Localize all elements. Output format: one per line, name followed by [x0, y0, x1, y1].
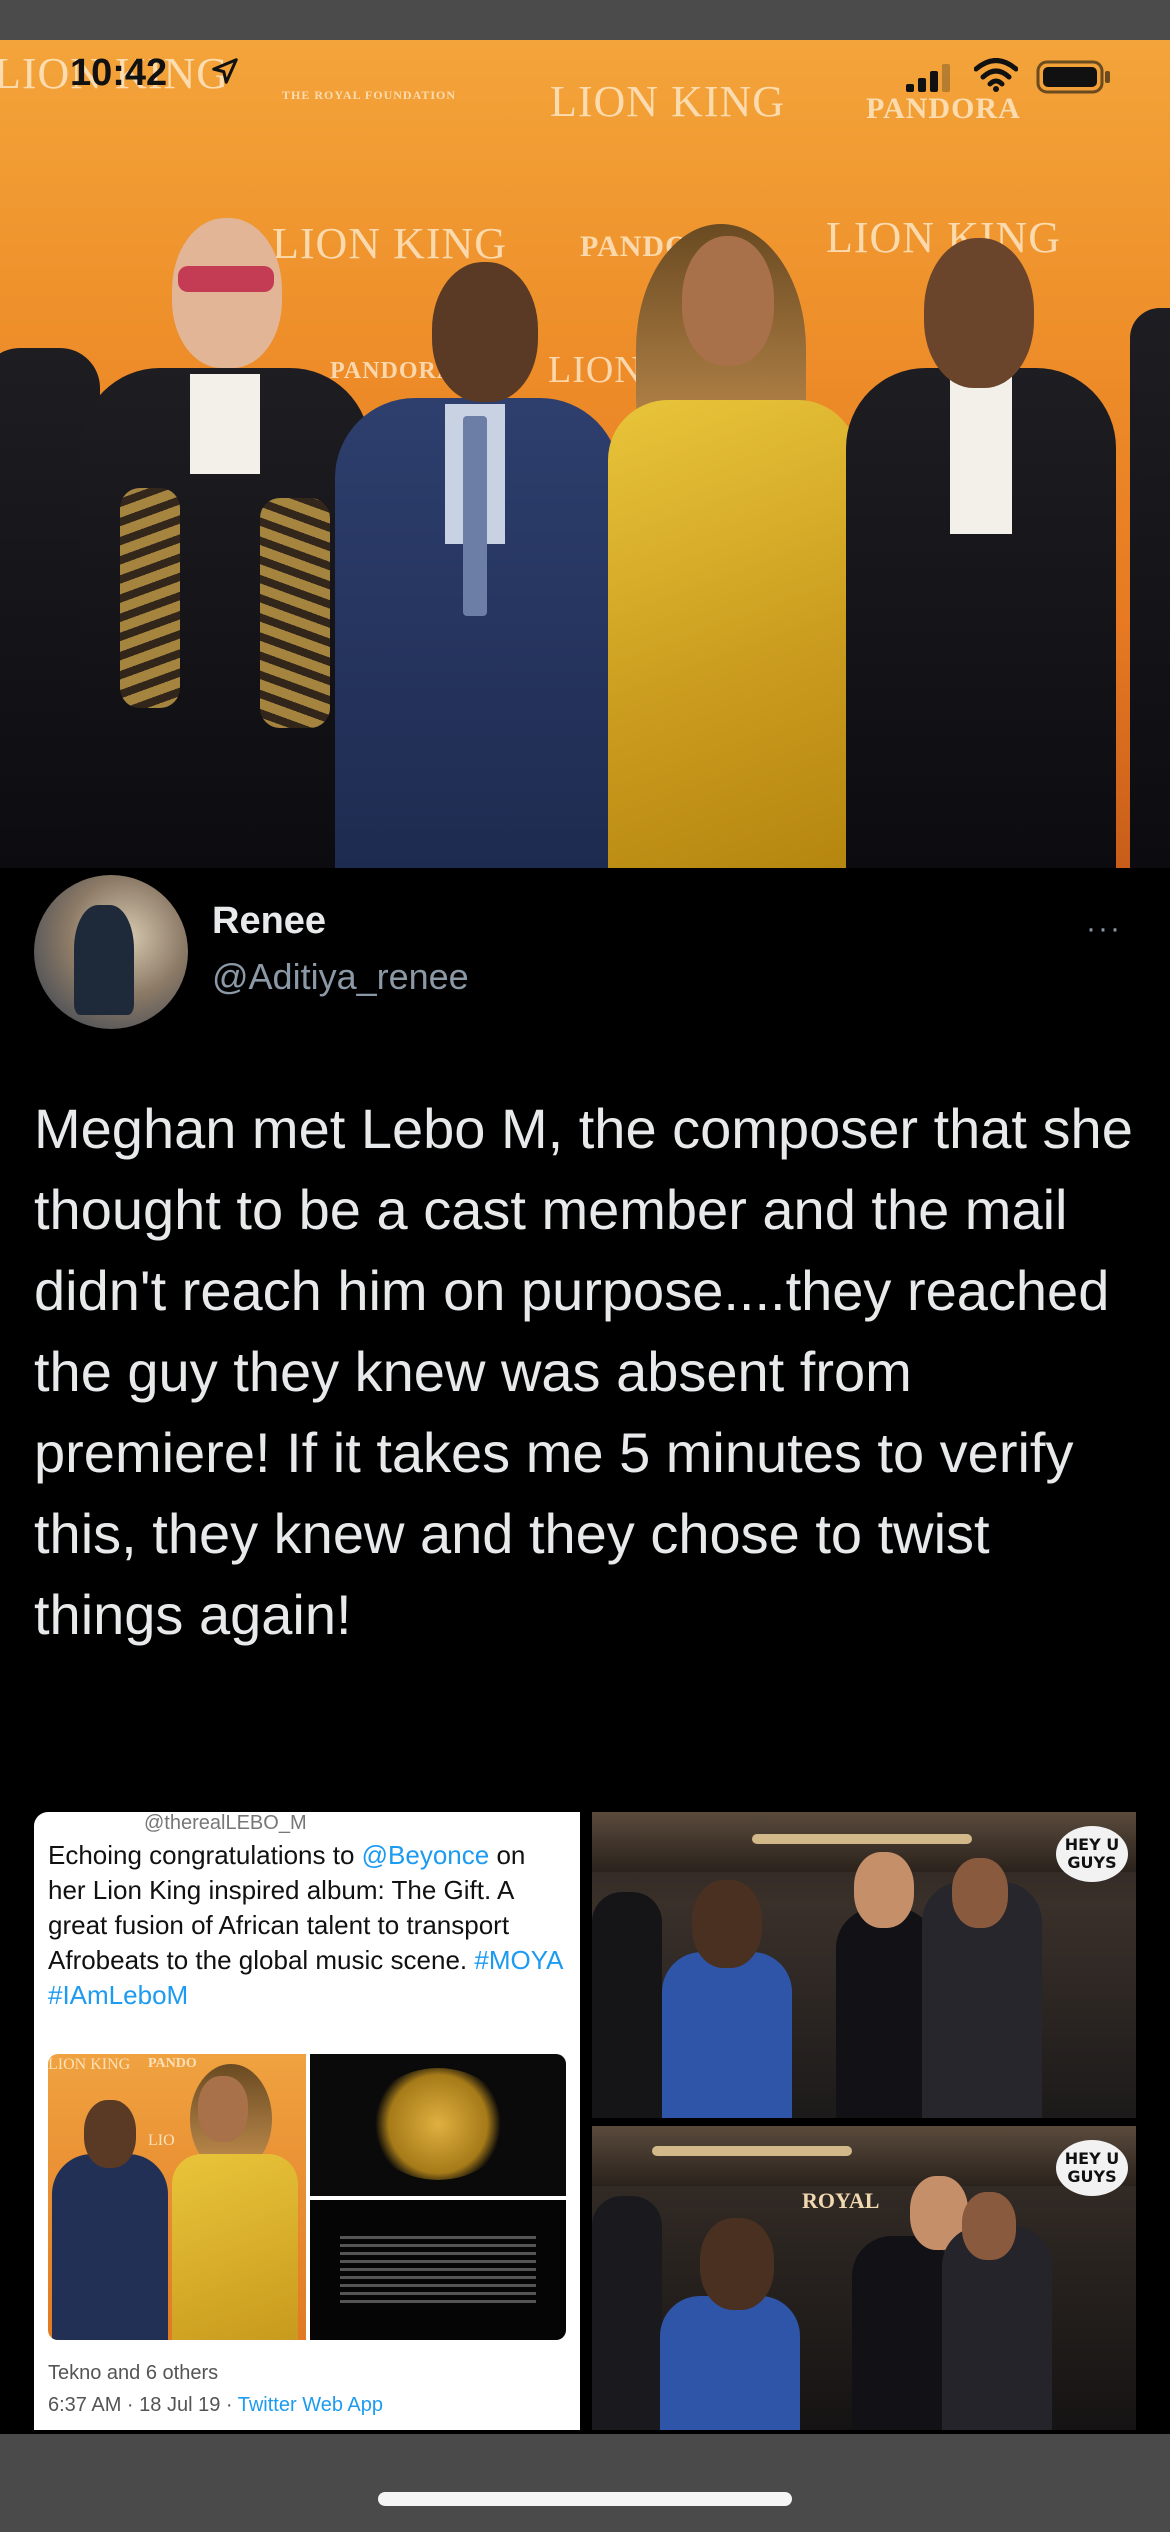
avatar[interactable]: [34, 875, 188, 1029]
quoted-timestamp: 6:37 AM · 18 Jul 19 · Twitter Web App: [48, 2394, 384, 2416]
person-head: [172, 218, 282, 368]
user-handle[interactable]: @Aditiya_renee: [212, 956, 469, 998]
person-blue-suit: [335, 398, 620, 868]
more-options-icon[interactable]: ···: [1086, 912, 1122, 946]
person-embroidered-jacket: [80, 368, 370, 868]
backdrop-text: LION KING: [272, 219, 508, 268]
person-dark: [592, 2196, 662, 2430]
person-blue-suit: [660, 2296, 800, 2430]
wifi-icon: [974, 58, 1018, 92]
person-tuxedo: [836, 1908, 936, 2118]
screen: LION KING THE ROYAL FOUNDATION LION KING…: [0, 0, 1170, 2532]
quoted-likes: Tekno and 6 others: [48, 2362, 219, 2384]
person-head: [682, 236, 774, 366]
person-head: [952, 1858, 1008, 1928]
display-name[interactable]: Renee: [212, 900, 326, 943]
quoted-photo-premiere: LION KING PANDO LIO: [48, 2054, 306, 2340]
sign-text: ROYAL: [802, 2188, 880, 2213]
quoted-album-tracklist: [310, 2200, 566, 2340]
person-head: [962, 2192, 1016, 2260]
status-time: 10:42: [70, 52, 168, 94]
person-dark: [592, 1892, 662, 2118]
home-indicator[interactable]: [378, 2492, 792, 2506]
person-tuxedo: [846, 368, 1116, 868]
person-gold-gown: [608, 400, 858, 868]
meeting-photo-top[interactable]: HEY U GUYS: [592, 1812, 1136, 2118]
person-head: [854, 1852, 914, 1928]
status-bar: 10:42: [0, 0, 1170, 150]
cellular-signal-icon: [906, 64, 950, 92]
bottom-bar: [0, 2434, 1170, 2532]
quoted-handle: @therealLEBO_M: [144, 1812, 307, 1834]
quoted-client: Twitter Web App: [237, 2394, 384, 2416]
backdrop-text: LION: [548, 349, 643, 391]
battery-icon: [1036, 60, 1110, 94]
meeting-photo-bottom[interactable]: ROYAL HEY U GUYS: [592, 2126, 1136, 2430]
location-arrow-icon: [212, 58, 238, 84]
person-head: [924, 238, 1034, 388]
quoted-tweet-screenshot[interactable]: @therealLEBO_M Echoing congratulations t…: [34, 1812, 580, 2430]
premiere-photo[interactable]: LION KING THE ROYAL FOUNDATION LION KING…: [0, 40, 1170, 868]
person-head: [692, 1880, 762, 1968]
heyuguys-logo: HEY U GUYS: [1056, 2140, 1128, 2196]
red-glasses: [178, 266, 274, 292]
person-head: [432, 262, 538, 402]
person-right-edge: [1130, 308, 1170, 868]
person-head: [700, 2218, 774, 2310]
quoted-text: Echoing congratulations to @Beyonce on h…: [48, 1840, 563, 2010]
heyuguys-logo: HEY U GUYS: [1056, 1826, 1128, 1882]
person-tuxedo: [852, 2236, 952, 2430]
person-blue-suit: [662, 1952, 792, 2118]
quoted-album-art: [310, 2054, 566, 2196]
tweet-text: Meghan met Lebo M, the composer that she…: [34, 1097, 1133, 1646]
mention-link: @Beyonce: [361, 1840, 490, 1870]
